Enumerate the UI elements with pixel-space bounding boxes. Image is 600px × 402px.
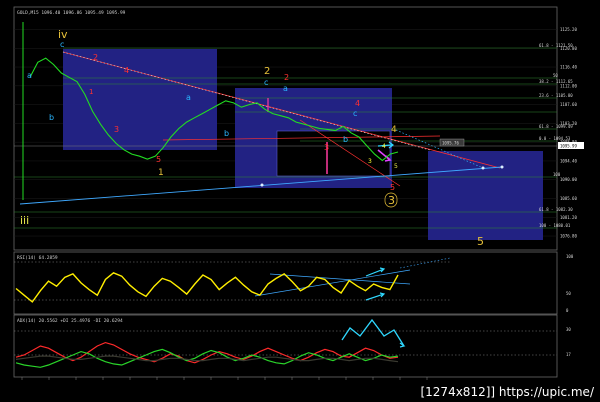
price-y-tick: 1081.20: [560, 215, 577, 220]
current-price-label: 1095.99: [560, 144, 577, 149]
price-y-tick: 1085.60: [560, 196, 577, 201]
fib-label: 50: [553, 73, 558, 78]
wave-label: 5: [477, 235, 484, 248]
wave-label: b: [49, 113, 54, 122]
wave-label: 3: [388, 194, 395, 207]
price-y-tick: 1076.80: [560, 234, 577, 239]
rsi-tick: 50: [566, 291, 571, 296]
wave-label: a: [186, 93, 191, 102]
wave-label: 2: [93, 53, 98, 62]
wave-label: 4: [391, 125, 397, 135]
wave-label: 4: [382, 143, 386, 150]
price-y-tick: 1125.20: [560, 27, 577, 32]
price-y-tick: 1090.00: [560, 177, 577, 182]
wave-label: 4: [355, 99, 360, 108]
wave-label: b: [224, 129, 229, 138]
anchor-point: [500, 165, 504, 169]
blue-box-1: [63, 49, 217, 150]
chart-root: GOLD,M15 1096.40 1096.86 1095.49 1095.99…: [0, 0, 600, 402]
wave-label: c: [264, 78, 268, 87]
wave-label: b: [343, 135, 348, 144]
wave-label: 2: [264, 66, 270, 77]
fib-label: 23.6 - 1105.80: [539, 93, 573, 98]
price-panel: GOLD,M15 1096.40 1096.86 1095.49 1095.99…: [13, 6, 584, 251]
wave-label: c: [60, 40, 64, 49]
wave-label: a: [27, 71, 32, 80]
wave-label: 5: [390, 183, 395, 192]
price-tag-label: 1095.76: [442, 141, 459, 146]
anchor-point: [260, 183, 264, 187]
wave-label: 4: [124, 66, 129, 75]
price-y-tick: 1107.60: [560, 102, 577, 107]
adx-tick: 30: [566, 327, 571, 332]
rsi-panel-header: RSI(14) 64.2859: [17, 255, 58, 261]
adx-panel: ADX(14) 20.5562 +DI 25.4976 -DI 20.6294 …: [13, 314, 571, 378]
wave-label: 1: [89, 88, 93, 96]
wave-label: 2: [284, 73, 289, 82]
adx-panel-header: ADX(14) 20.5562 +DI 25.4976 -DI 20.6294: [17, 318, 123, 324]
watermark: [1274x812]] https://upic.me/: [416, 384, 598, 400]
wave-label: iii: [20, 214, 29, 227]
fib-label: 61.8 - 1082.30: [539, 207, 573, 212]
wave-label: 1: [158, 168, 164, 178]
fib-label: 100 - 1080.01: [539, 223, 571, 228]
anchor-point: [481, 166, 485, 170]
adx-tick: 17: [566, 352, 571, 357]
rsi-panel-frame: [13, 251, 558, 315]
rsi-panel: RSI(14) 64.2859 100 50 0: [13, 251, 574, 315]
price-y-tick: 1116.40: [560, 65, 577, 70]
wave-label: c: [353, 109, 357, 118]
adx-panel-frame: [13, 314, 558, 378]
rsi-tick: 100: [566, 254, 574, 259]
wave-label: 3: [114, 125, 119, 134]
wave-label: 3: [368, 158, 372, 165]
wave-label: 5: [156, 155, 161, 164]
price-y-tick: 1094.40: [560, 158, 577, 163]
wave-label: 3: [324, 143, 329, 152]
price-panel-header: GOLD,M15 1096.40 1096.86 1095.49 1095.99: [17, 10, 126, 16]
price-y-tick: 1112.00: [560, 83, 577, 88]
wave-label: a: [283, 84, 288, 93]
price-y-tick: 1103.20: [560, 121, 577, 126]
wave-label: 5: [394, 163, 398, 170]
price-y-tick: 1120.80: [560, 46, 577, 51]
